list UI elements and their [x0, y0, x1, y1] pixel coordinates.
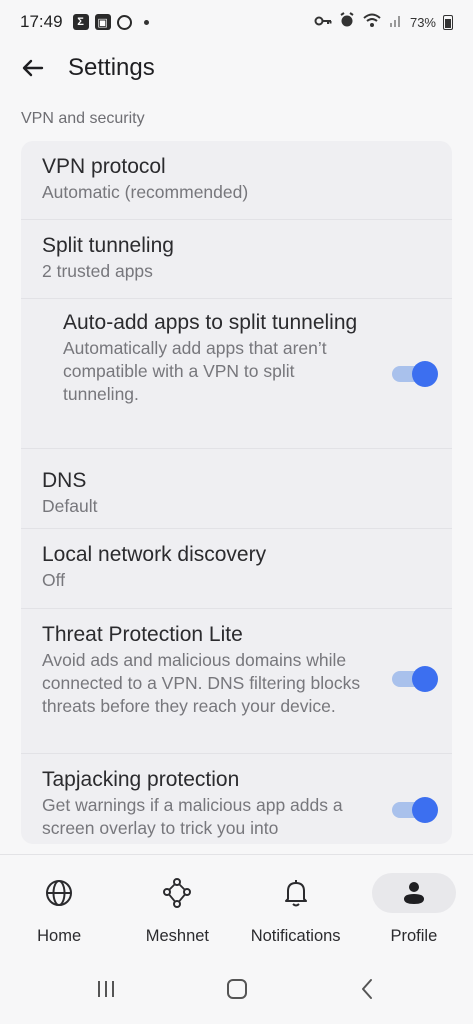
setting-value: Default: [42, 496, 98, 516]
threat-protection-toggle[interactable]: [392, 666, 438, 692]
setting-description: Automatically add apps that aren’t compa…: [63, 338, 327, 404]
circle-app-icon: [116, 14, 132, 30]
nav-icon-container: [135, 873, 219, 913]
setting-vpn-protocol[interactable]: VPN protocol Automatic (recommended): [21, 141, 452, 220]
battery-icon: [443, 14, 453, 30]
nav-label: Notifications: [250, 927, 341, 945]
nav-label: Home: [37, 927, 82, 945]
globe-icon: [46, 880, 73, 906]
app-header: Settings: [0, 44, 473, 92]
system-back-button[interactable]: [348, 969, 388, 1009]
toggle-knob: [412, 666, 438, 692]
tapjacking-toggle[interactable]: [392, 797, 438, 823]
nav-label: Meshnet: [145, 927, 210, 945]
status-bar: 17:49 Σ ▣ 73%: [0, 0, 473, 44]
home-square-icon: [226, 979, 247, 999]
sigma-app-icon: Σ: [72, 14, 89, 30]
setting-title: Tapjacking protection: [42, 768, 240, 791]
setting-value: Off: [42, 570, 66, 590]
setting-dns[interactable]: DNS Default: [21, 449, 452, 529]
setting-split-tunneling[interactable]: Split tunneling 2 trusted apps: [21, 220, 452, 299]
signal-icon: [389, 13, 403, 31]
nav-icon-container: [254, 873, 338, 913]
setting-title: Auto-add apps to split tunneling: [63, 311, 358, 334]
setting-title: VPN protocol: [42, 155, 166, 178]
nav-notifications[interactable]: Notifications: [237, 855, 355, 954]
toggle-knob: [412, 797, 438, 823]
meshnet-icon: [163, 878, 192, 908]
nav-label: Profile: [390, 927, 438, 945]
home-button[interactable]: [217, 969, 257, 1009]
nav-icon-container: [371, 873, 456, 913]
nav-home[interactable]: Home: [0, 855, 118, 954]
nav-icon-container: [17, 873, 101, 913]
nav-meshnet[interactable]: Meshnet: [118, 855, 236, 954]
auto-add-toggle[interactable]: [392, 361, 438, 387]
setting-description: Avoid ads and malicious domains while co…: [42, 650, 361, 716]
section-label: VPN and security: [21, 110, 145, 127]
back-button[interactable]: [20, 55, 46, 81]
vpn-key-icon: [314, 14, 332, 31]
page-title: Settings: [68, 54, 155, 81]
settings-card: VPN protocol Automatic (recommended) Spl…: [21, 141, 452, 844]
recent-apps-button[interactable]: [86, 969, 126, 1009]
status-left: 17:49 Σ ▣: [20, 12, 149, 32]
bottom-navigation: Home Meshnet Notifications Profile: [0, 854, 473, 954]
setting-tapjacking-protection[interactable]: Tapjacking protection Get warnings if a …: [21, 754, 452, 844]
setting-title: DNS: [42, 469, 87, 492]
battery-percent: 73%: [409, 14, 436, 30]
status-time: 17:49: [20, 12, 63, 31]
setting-title: Split tunneling: [42, 234, 174, 257]
recent-apps-icon: [97, 981, 114, 997]
toggle-knob: [412, 361, 438, 387]
gallery-app-icon: ▣: [94, 14, 111, 30]
wifi-icon: [362, 12, 382, 32]
bell-icon: [284, 880, 307, 907]
setting-value: 2 trusted apps: [42, 261, 153, 281]
status-right: 73%: [314, 12, 453, 32]
alarm-icon: [339, 12, 355, 32]
setting-auto-add-apps[interactable]: Auto-add apps to split tunneling Automat…: [21, 299, 452, 449]
setting-title: Threat Protection Lite: [42, 623, 243, 646]
system-navigation: [0, 954, 473, 1024]
setting-description: Get warnings if a malicious app adds a s…: [42, 795, 343, 838]
more-notifications-dot: [143, 19, 149, 25]
setting-threat-protection[interactable]: Threat Protection Lite Avoid ads and mal…: [21, 609, 452, 754]
setting-value: Automatic (recommended): [42, 182, 249, 202]
profile-icon: [403, 882, 424, 904]
nav-profile[interactable]: Profile: [355, 855, 473, 954]
chevron-left-icon: [361, 979, 372, 999]
arrow-left-icon: [22, 59, 44, 77]
setting-local-network-discovery[interactable]: Local network discovery Off: [21, 529, 452, 609]
setting-title: Local network discovery: [42, 543, 267, 566]
